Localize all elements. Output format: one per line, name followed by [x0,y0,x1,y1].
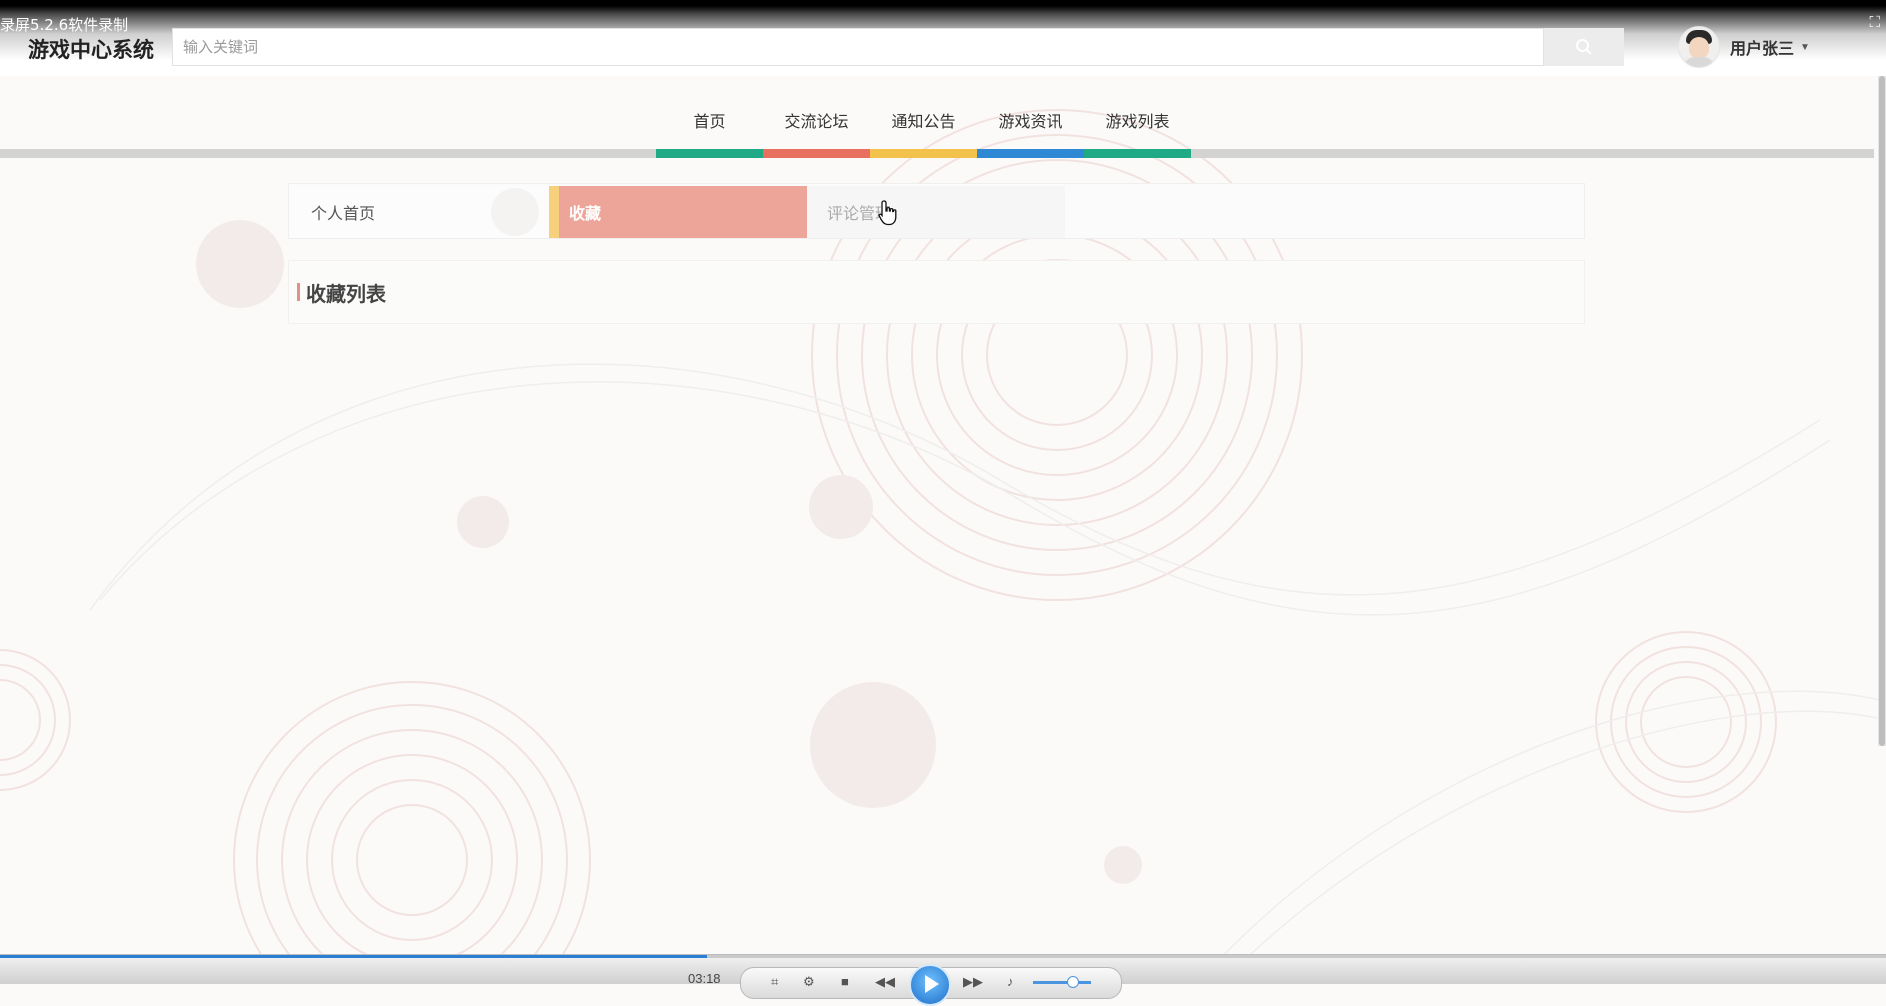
volume-knob[interactable] [1067,976,1079,988]
search-input[interactable] [173,29,1545,65]
screenshot-icon[interactable]: ⌗ [771,974,778,990]
tab-comments[interactable]: 评论管理 [807,186,1065,238]
progress-track[interactable] [0,955,1886,958]
rewind-icon[interactable]: ◀◀ [875,974,895,990]
scrollbar-thumb[interactable] [1879,76,1885,746]
tab-profile-home[interactable]: 个人首页 [289,186,549,238]
volume-icon[interactable]: ♪ [1007,974,1014,989]
user-name: 用户张三 [1730,41,1795,58]
nav-color-bar [977,149,1084,158]
user-menu[interactable]: 用户张三 ▼ [1678,24,1810,70]
recorder-watermark: 录屏5.2.6软件录制 [0,16,129,34]
tab-label: 收藏 [569,206,602,223]
scrollbar[interactable] [1878,76,1886,746]
caret-down-icon: ▼ [1800,41,1810,53]
main-nav: 首页 交流论坛 通知公告 游戏资讯 游戏列表 [656,96,1191,158]
nav-item-games[interactable]: 游戏列表 [1084,96,1191,158]
tab-label: 个人首页 [311,206,376,223]
player-controls: ⌗ ⚙ ■ ◀◀ ▶▶ ♪ [740,964,1122,1006]
site-logo[interactable]: 游戏中心系统 [28,34,154,64]
nav-item-home[interactable]: 首页 [656,96,763,158]
settings-icon[interactable]: ⚙ [803,974,815,990]
section-title: 收藏列表 [306,283,386,306]
search-button[interactable] [1544,28,1624,66]
search-icon [1576,39,1592,55]
profile-tabs: 个人首页 收藏 评论管理 [288,183,1585,239]
stop-icon[interactable]: ■ [841,974,849,989]
video-player-bar: 03:18 ⌗ ⚙ ■ ◀◀ ▶▶ ♪ [0,954,1886,1006]
nav-color-bar [1084,149,1191,158]
hover-ripple [491,188,539,236]
nav-color-bar [763,149,870,158]
favorites-list-panel: 收藏列表 [288,260,1585,324]
avatar [1678,26,1720,68]
nav-color-bar [870,149,977,158]
tab-favorites[interactable]: 收藏 [549,186,807,238]
hand-cursor-icon [878,200,897,226]
nav-item-notices[interactable]: 通知公告 [870,96,977,158]
fast-forward-icon[interactable]: ▶▶ [963,974,983,990]
nav-color-bar [656,149,763,158]
nav-item-news[interactable]: 游戏资讯 [977,96,1084,158]
search-box [172,28,1545,66]
title-accent [297,283,300,301]
nav-item-forum[interactable]: 交流论坛 [763,96,870,158]
progress-fill [0,955,708,958]
fullscreen-icon[interactable]: ⛶ [1869,14,1880,31]
play-icon[interactable] [909,964,951,1006]
